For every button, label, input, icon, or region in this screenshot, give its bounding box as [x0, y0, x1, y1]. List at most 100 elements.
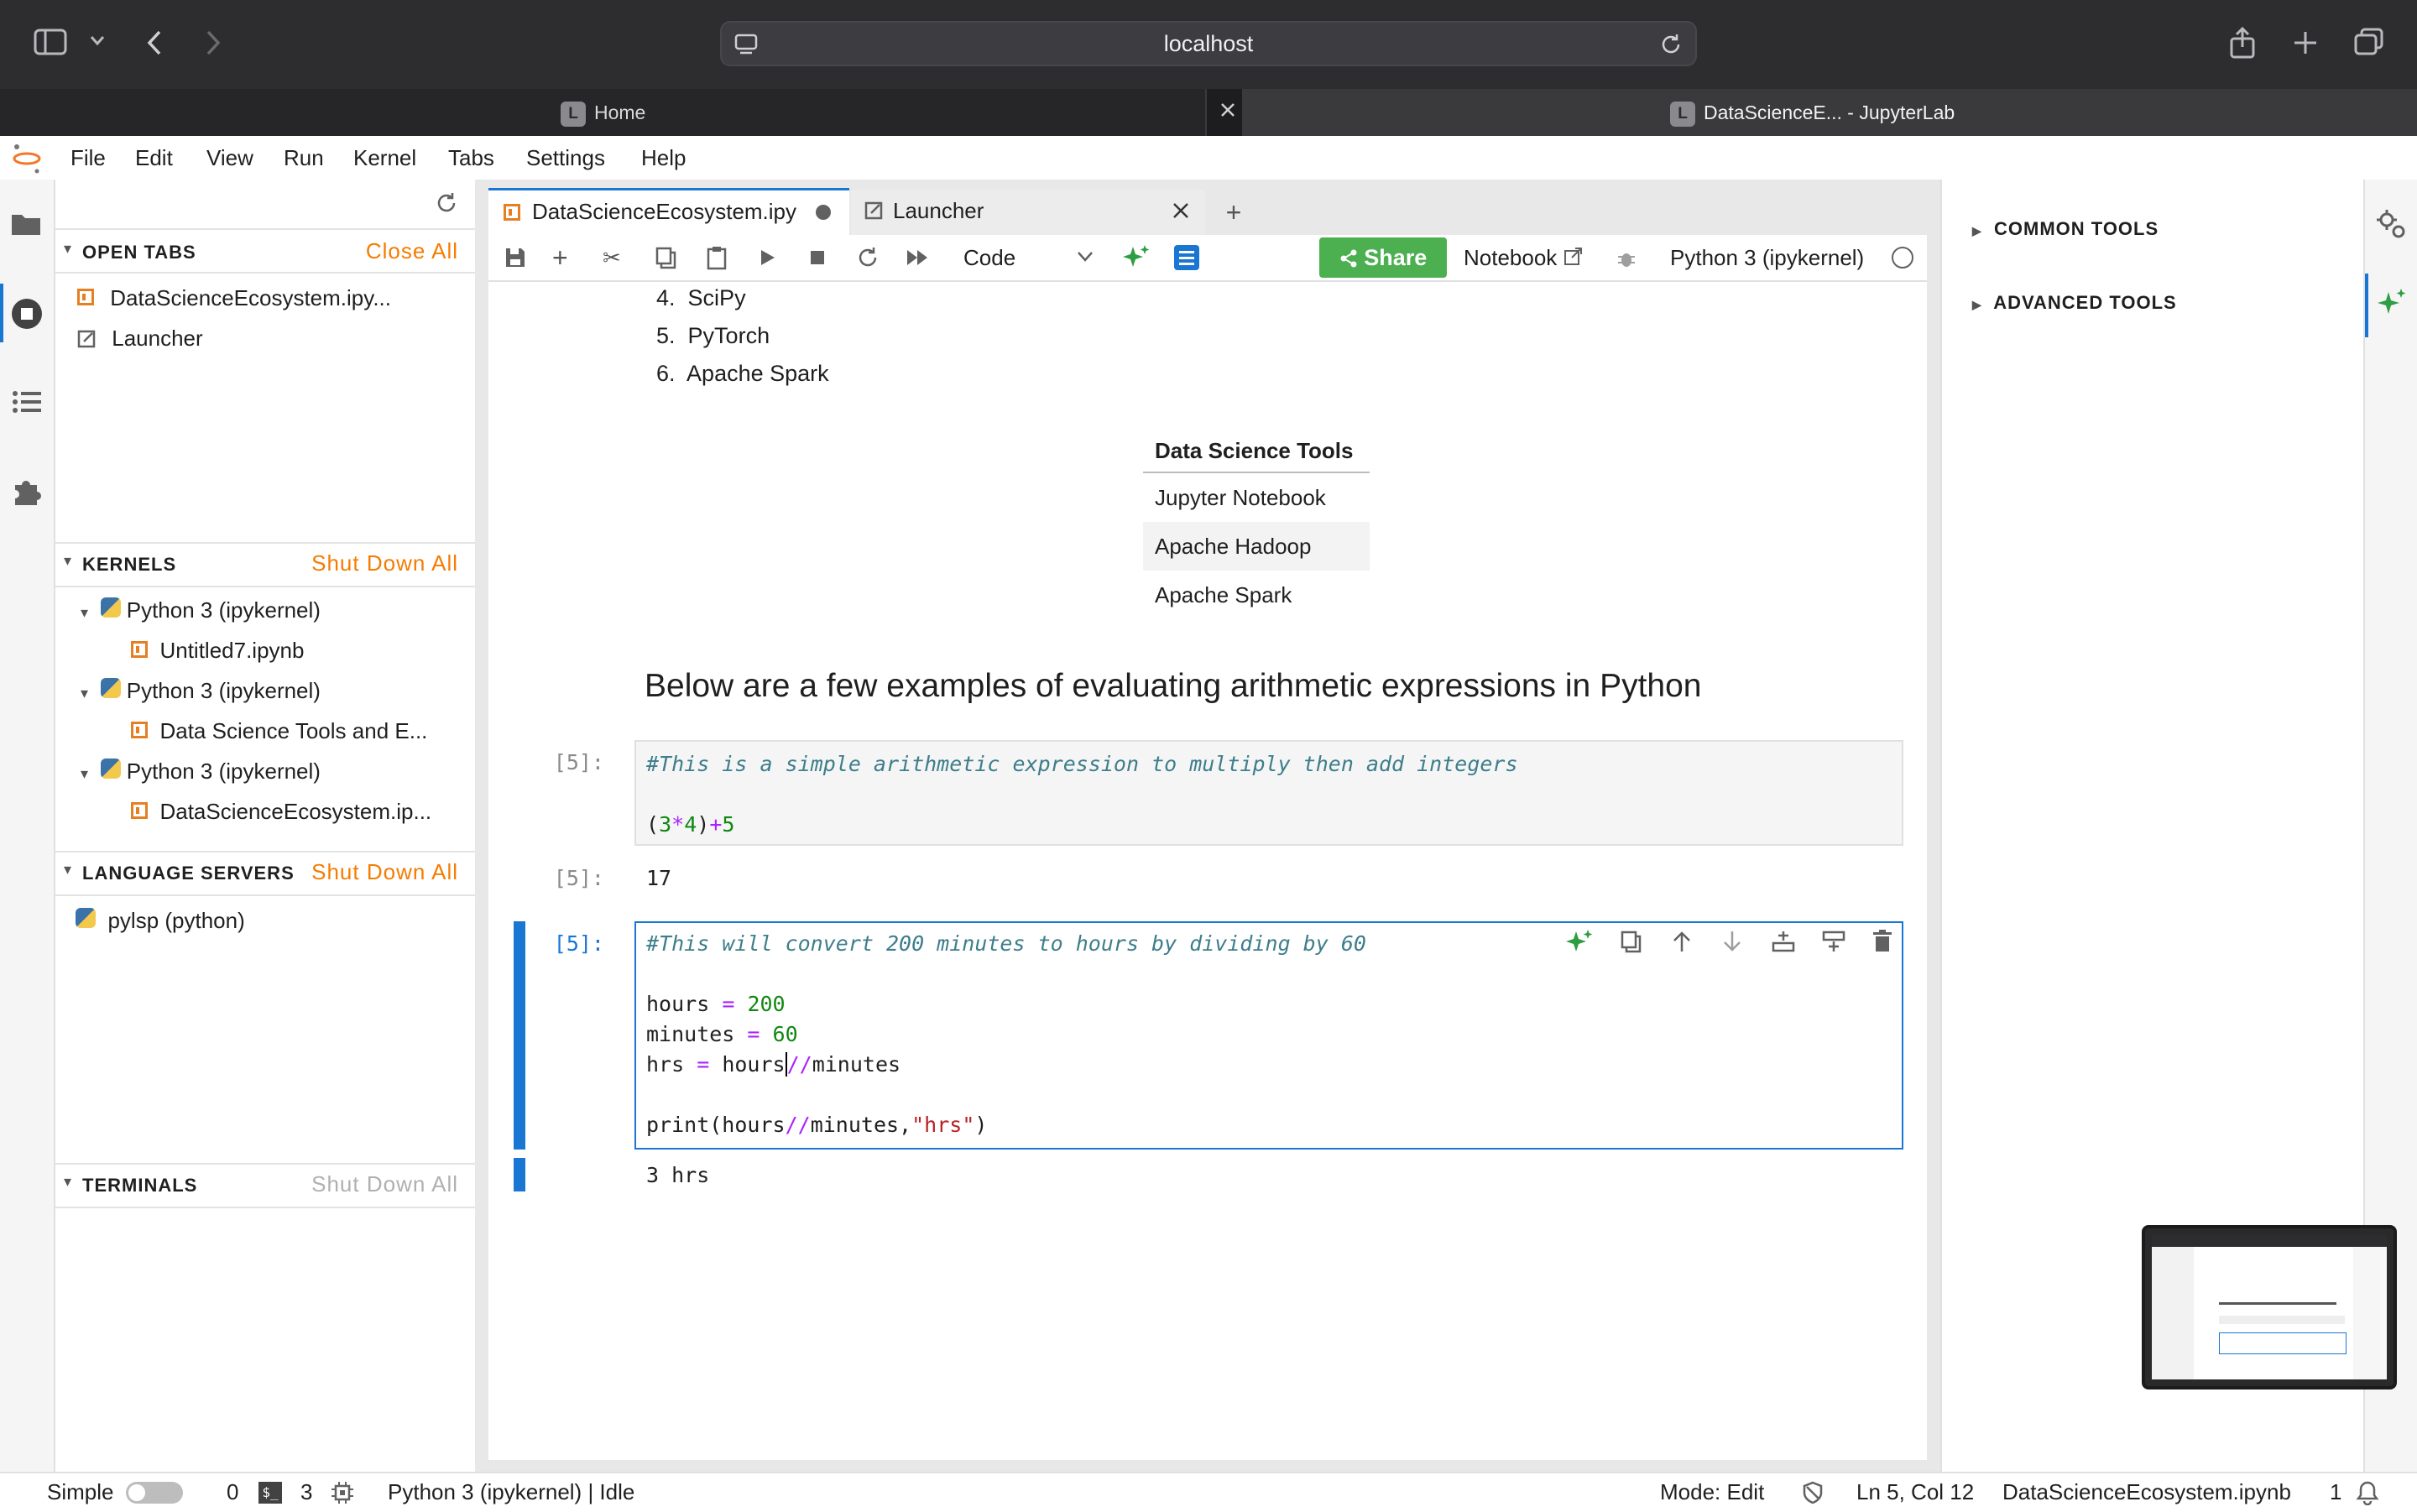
doc-tab-launcher[interactable]: Launcher: [851, 190, 1205, 235]
menu-help[interactable]: Help: [641, 136, 686, 180]
unsaved-dot-icon[interactable]: [816, 205, 831, 220]
save-icon[interactable]: [504, 246, 527, 274]
simple-mode-toggle[interactable]: [126, 1482, 183, 1504]
cursor-position[interactable]: Ln 5, Col 12: [1856, 1473, 1974, 1510]
menu-kernel[interactable]: Kernel: [353, 136, 416, 180]
delete-cell-icon[interactable]: [1871, 930, 1893, 957]
cpu-chip-icon[interactable]: [331, 1481, 354, 1509]
kernel-session-file[interactable]: DataScienceEcosystem.ip...: [131, 799, 431, 825]
collapse-caret-icon[interactable]: ▾: [64, 1173, 71, 1191]
bell-icon[interactable]: [2355, 1480, 2380, 1509]
share-page-icon[interactable]: [2227, 26, 2258, 63]
chevron-down-icon[interactable]: [1076, 250, 1094, 268]
active-cell-marker[interactable]: [514, 921, 525, 1150]
kernel-session-file[interactable]: Untitled7.ipynb: [131, 638, 304, 664]
ai-sparkle-icon[interactable]: [1564, 928, 1595, 962]
window-thumbnail[interactable]: [2142, 1225, 2397, 1389]
duplicate-cell-icon[interactable]: [1620, 930, 1643, 957]
folder-icon[interactable]: [10, 210, 42, 241]
code-line: hours = 200: [646, 992, 786, 1016]
collapse-caret-icon[interactable]: ▾: [64, 552, 71, 570]
menu-run[interactable]: Run: [284, 136, 324, 180]
insert-above-icon[interactable]: [1771, 930, 1796, 957]
run-icon[interactable]: [757, 248, 777, 272]
menu-file[interactable]: File: [70, 136, 106, 180]
kernel-item[interactable]: ▾ Python 3 (ipykernel): [81, 678, 321, 704]
menu-edit[interactable]: Edit: [135, 136, 173, 180]
terminal-icon[interactable]: $_: [258, 1482, 282, 1504]
collapse-caret-icon[interactable]: ▾: [64, 240, 71, 258]
cell-input-prompt: [5]:: [553, 750, 604, 774]
open-tab-item[interactable]: Launcher: [77, 326, 203, 352]
notebook-content: 4. SciPy 5. PyTorch 6. Apache Spark Data…: [488, 282, 1927, 1460]
ai-sparkle-icon[interactable]: [2375, 287, 2409, 325]
menu-settings[interactable]: Settings: [526, 136, 605, 180]
kernel-name[interactable]: Python 3 (ipykernel): [1670, 235, 1864, 280]
back-icon[interactable]: [144, 29, 164, 61]
code-cell-1[interactable]: #This is a simple arithmetic expression …: [634, 740, 1903, 846]
sidebar-toggle-icon[interactable]: [34, 29, 67, 60]
menu-tabs[interactable]: Tabs: [448, 136, 494, 180]
collapse-caret-icon[interactable]: ▾: [64, 861, 71, 879]
forward-icon[interactable]: [203, 29, 223, 61]
chevron-down-icon[interactable]: [89, 34, 106, 51]
share-button[interactable]: Share: [1319, 237, 1447, 278]
debugger-icon[interactable]: [1616, 248, 1637, 273]
cut-icon[interactable]: ✂: [603, 235, 621, 280]
active-output-marker[interactable]: [514, 1158, 525, 1191]
ai-sparkle-icon[interactable]: [1121, 243, 1151, 278]
browser-tab-jupyterlab[interactable]: L DataScienceE... - JupyterLab: [1242, 89, 2417, 136]
gears-icon[interactable]: [2375, 208, 2409, 246]
kernel-item[interactable]: ▾ Python 3 (ipykernel): [81, 597, 321, 623]
cell-output: 3 hrs: [646, 1163, 710, 1187]
run-all-icon[interactable]: [905, 248, 932, 272]
kernel-session-file[interactable]: Data Science Tools and E...: [131, 718, 427, 744]
new-launcher-button[interactable]: +: [1214, 190, 1254, 235]
extensions-icon[interactable]: [10, 475, 42, 511]
refresh-icon[interactable]: [435, 191, 458, 219]
shut-down-all-terminals-button[interactable]: Shut Down All: [311, 1171, 458, 1197]
move-down-icon[interactable]: [1720, 930, 1744, 957]
paste-icon[interactable]: [705, 245, 728, 274]
restart-icon[interactable]: [856, 246, 880, 274]
menu-view[interactable]: View: [206, 136, 253, 180]
close-all-button[interactable]: Close All: [366, 238, 458, 264]
copy-icon[interactable]: [655, 246, 678, 274]
new-tab-icon[interactable]: [2291, 29, 2320, 61]
kernel-count: 3: [300, 1479, 313, 1504]
open-tab-item[interactable]: DataScienceEcosystem.ipy...: [77, 285, 391, 311]
cell-input-prompt: [5]:: [553, 931, 604, 956]
status-bar: Simple 0 $_ 3 Python 3 (ipykernel) | Idl…: [0, 1472, 2417, 1512]
notebook-icon: [131, 802, 148, 819]
shield-icon[interactable]: [1801, 1481, 1824, 1509]
table-of-contents-icon[interactable]: [1173, 244, 1200, 275]
browser-tab-home[interactable]: L Home: [0, 89, 1207, 136]
table-of-contents-icon[interactable]: [12, 389, 42, 419]
doc-tab-notebook[interactable]: DataScienceEcosystem.ipy: [488, 188, 849, 235]
kernel-item[interactable]: ▾ Python 3 (ipykernel): [81, 759, 321, 785]
reload-icon[interactable]: [1658, 32, 1684, 61]
language-server-item[interactable]: pylsp (python): [76, 908, 245, 934]
browser-tab-label: Home: [594, 102, 646, 123]
address-bar[interactable]: localhost: [720, 21, 1697, 66]
common-tools-section[interactable]: ▶ COMMON TOOLS: [1972, 218, 2159, 240]
tab-overview-icon[interactable]: [2353, 27, 2385, 61]
close-tab-icon[interactable]: [1219, 101, 1237, 123]
notebook-toolbar: + ✂ Code Notebook Python 3 (ipykernel): [488, 235, 1927, 282]
advanced-tools-section[interactable]: ▶ ADVANCED TOOLS: [1972, 292, 2177, 314]
open-in-notebook-link[interactable]: Notebook: [1464, 235, 1584, 280]
insert-below-icon[interactable]: [1821, 930, 1846, 957]
shut-down-all-kernels-button[interactable]: Shut Down All: [311, 550, 458, 576]
code-cell-2[interactable]: #This will convert 200 minutes to hours …: [634, 921, 1903, 1150]
move-up-icon[interactable]: [1670, 930, 1694, 957]
add-cell-icon[interactable]: +: [552, 235, 568, 280]
code-comment: #This is a simple arithmetic expression …: [646, 752, 1518, 776]
cell-type-select[interactable]: Code: [963, 235, 1015, 280]
running-kernels-icon[interactable]: [10, 297, 44, 335]
browser-tab-label: DataScienceE... - JupyterLab: [1704, 102, 1955, 123]
close-tab-icon[interactable]: [1172, 201, 1190, 224]
stop-icon[interactable]: [809, 249, 826, 270]
kernel-status[interactable]: Python 3 (ipykernel) | Idle: [388, 1473, 634, 1510]
shut-down-all-servers-button[interactable]: Shut Down All: [311, 859, 458, 885]
code-line: hrs = hours//minutes: [646, 1052, 901, 1077]
